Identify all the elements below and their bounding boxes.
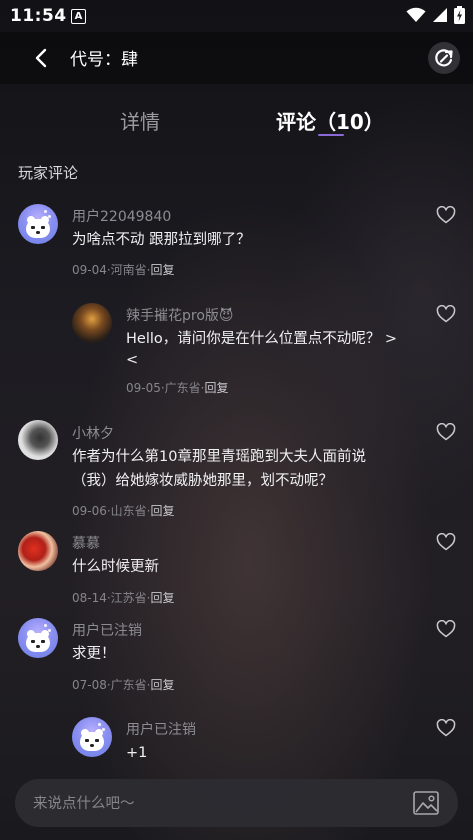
tab-details[interactable]: 详情	[120, 106, 160, 135]
comment-text: Hello，请问你是在什么位置点不动呢？ >	[126, 331, 398, 347]
active-tab-indicator	[318, 134, 344, 136]
like-icon[interactable]	[436, 423, 456, 441]
comment-username[interactable]: 用户已注销	[126, 719, 196, 739]
comment-text: <	[126, 352, 139, 368]
avatar[interactable]	[18, 420, 58, 460]
like-icon[interactable]	[436, 620, 456, 638]
page-title: 代号：肆	[70, 50, 138, 70]
wifi-icon	[406, 7, 426, 22]
comment-username[interactable]: 用户已注销	[72, 620, 142, 640]
signal-icon	[433, 8, 447, 22]
comment-meta: 09-04·河南省·回复	[72, 263, 175, 277]
like-icon[interactable]	[436, 305, 456, 323]
comment-meta: 09-05·广东省·回复	[126, 381, 229, 395]
avatar[interactable]	[72, 303, 112, 343]
refresh-button[interactable]	[428, 42, 460, 74]
comment-username[interactable]: 用户22049840	[72, 206, 171, 226]
comment-input[interactable]	[31, 791, 395, 817]
like-icon[interactable]	[436, 533, 456, 551]
comment-meta: 09-06·山东省·回复	[72, 504, 175, 518]
section-title: 玩家评论	[18, 164, 79, 182]
comment-text: +1	[126, 745, 148, 761]
tab-comments[interactable]: 评论（10）	[276, 106, 384, 135]
comment-text: 作者为什么第10章那里青瑶跑到大夫人面前说	[72, 449, 366, 465]
comment-meta: 08-14·江苏省·回复	[72, 591, 175, 605]
comment-input-bar	[15, 779, 458, 827]
like-icon[interactable]	[436, 719, 456, 737]
reply-button[interactable]: 回复	[151, 263, 175, 277]
reply-button[interactable]: 回复	[205, 381, 229, 395]
avatar[interactable]	[18, 204, 58, 244]
comment-username[interactable]: 慕慕	[72, 533, 100, 553]
image-upload-icon[interactable]	[412, 789, 440, 817]
reply-button[interactable]: 回复	[151, 504, 175, 518]
chevron-left-icon	[35, 48, 47, 68]
status-time: 11:54	[10, 6, 67, 26]
like-icon[interactable]	[436, 206, 456, 224]
reply-button[interactable]: 回复	[151, 591, 175, 605]
comment-meta: 07-08·广东省·回复	[72, 678, 175, 692]
avatar[interactable]	[72, 717, 112, 757]
comment-text: 什么时候更新	[72, 559, 159, 575]
refresh-icon	[435, 49, 453, 67]
comment-text: （我）给她嫁妆威胁她那里，划不动呢？	[72, 473, 333, 489]
reply-button[interactable]: 回复	[151, 678, 175, 692]
battery-icon	[454, 6, 465, 24]
comment-text: 求更！	[72, 646, 116, 662]
back-button[interactable]	[28, 44, 56, 72]
avatar[interactable]	[18, 618, 58, 658]
comment-text: 为啥点不动 跟那拉到哪了？	[72, 232, 251, 248]
comment-username[interactable]: 小林夕	[72, 423, 114, 443]
status-bar: 11:54 A	[0, 0, 473, 32]
avatar[interactable]	[18, 531, 58, 571]
comment-username[interactable]: 辣手摧花pro版😈	[126, 305, 234, 325]
notification-icon: A	[71, 9, 86, 24]
top-bar: 代号：肆	[0, 32, 473, 84]
